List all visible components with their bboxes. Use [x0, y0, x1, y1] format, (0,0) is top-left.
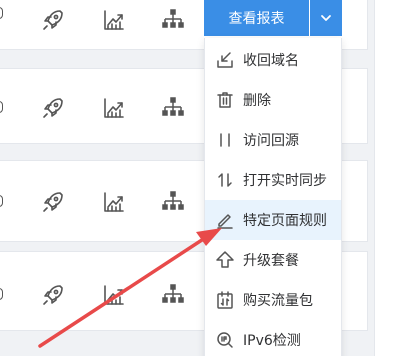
- trend-chart-icon[interactable]: [101, 95, 127, 121]
- clipped-icon: [0, 288, 3, 300]
- trash-icon: [215, 90, 235, 110]
- sitemap-icon[interactable]: [160, 189, 186, 215]
- menu-item-delete[interactable]: 删除: [205, 80, 341, 120]
- sitemap-icon[interactable]: [160, 7, 186, 33]
- sync-arrows-icon: [215, 170, 235, 190]
- report-split-button: 查看报表: [204, 0, 342, 36]
- page: 查看报表 收回域名 删除 访问回源 打开实时同步 特定页面规则 升级套餐 购买流…: [0, 0, 414, 356]
- sitemap-icon[interactable]: [160, 95, 186, 121]
- rocket-icon[interactable]: [40, 7, 66, 33]
- trend-chart-icon[interactable]: [101, 189, 127, 215]
- edit-pencil-icon: [215, 210, 235, 230]
- menu-item-label: IPv6检测: [243, 333, 301, 349]
- menu-item-label: 删除: [243, 93, 271, 109]
- menu-item-ipv6-check[interactable]: IPv6检测: [205, 320, 341, 356]
- menu-item-label: 升级套餐: [243, 253, 299, 269]
- trend-chart-icon[interactable]: [101, 7, 127, 33]
- rocket-icon[interactable]: [40, 189, 66, 215]
- menu-item-origin-access[interactable]: 访问回源: [205, 120, 341, 160]
- right-panel: [374, 0, 414, 356]
- menu-item-label: 打开实时同步: [243, 173, 327, 189]
- menu-item-page-rules[interactable]: 特定页面规则: [205, 200, 341, 240]
- more-actions-dropdown: 收回域名 删除 访问回源 打开实时同步 特定页面规则 升级套餐 购买流量包 IP…: [204, 38, 342, 356]
- ipv6-check-icon: [215, 330, 235, 350]
- traffic-package-icon: [215, 290, 235, 310]
- rocket-icon[interactable]: [40, 282, 66, 308]
- menu-item-upgrade-plan[interactable]: 升级套餐: [205, 240, 341, 280]
- trend-chart-icon[interactable]: [101, 282, 127, 308]
- menu-item-label: 特定页面规则: [243, 213, 327, 229]
- menu-item-label: 购买流量包: [243, 293, 313, 309]
- origin-access-icon: [215, 130, 235, 150]
- menu-item-label: 收回域名: [243, 53, 299, 69]
- upgrade-arrow-icon: [215, 250, 235, 270]
- clipped-icon: [0, 195, 3, 207]
- rocket-icon[interactable]: [40, 95, 66, 121]
- sitemap-icon[interactable]: [160, 282, 186, 308]
- chevron-down-icon: [319, 11, 333, 26]
- dropdown-toggle-button[interactable]: [310, 0, 342, 36]
- clipped-icon: [0, 101, 3, 113]
- menu-item-label: 访问回源: [243, 133, 299, 149]
- menu-item-buy-traffic[interactable]: 购买流量包: [205, 280, 341, 320]
- clipped-icon: [0, 7, 3, 19]
- menu-item-reclaim-domain[interactable]: 收回域名: [205, 40, 341, 80]
- reclaim-domain-icon: [215, 50, 235, 70]
- menu-item-realtime-sync[interactable]: 打开实时同步: [205, 160, 341, 200]
- view-report-button[interactable]: 查看报表: [204, 0, 309, 36]
